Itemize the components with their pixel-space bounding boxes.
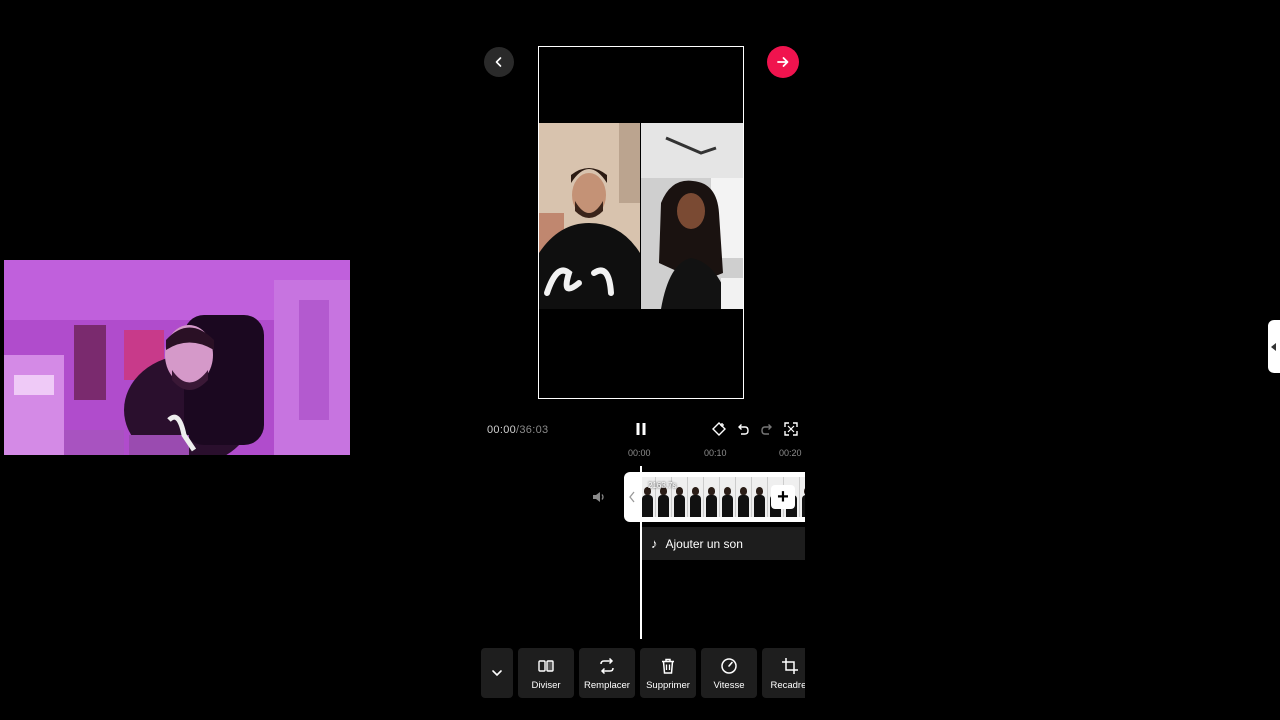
trim-handle-left[interactable] [624, 472, 640, 522]
total-time: /36:03 [516, 424, 549, 436]
speed-icon [721, 658, 737, 674]
split-button[interactable]: Diviser [518, 648, 574, 698]
arrow-right-icon [777, 57, 789, 67]
replace-icon [600, 657, 614, 675]
delete-button[interactable]: Supprimer [640, 648, 696, 698]
playhead[interactable] [640, 466, 642, 639]
redo-button[interactable] [759, 421, 775, 437]
ruler-tick: 00:00 [628, 448, 651, 458]
music-note-icon: ♪ [651, 536, 658, 551]
video-frame-right [641, 123, 743, 309]
edit-toolbar: Diviser Remplacer Supprimer Vitesse Reca… [481, 640, 805, 710]
add-clip-button[interactable]: + [771, 485, 795, 509]
pause-icon [636, 423, 646, 435]
webcam-overlay [4, 260, 350, 455]
video-frame-left [539, 123, 640, 309]
volume-icon [593, 492, 604, 502]
crop-icon [782, 658, 798, 674]
crop-button[interactable]: Recadrer [762, 648, 805, 698]
redo-icon [761, 424, 772, 435]
speed-button[interactable]: Vitesse [701, 648, 757, 698]
ruler-tick: 00:10 [704, 448, 727, 458]
add-sound-label: Ajouter un son [665, 536, 743, 551]
tool-label: Vitesse [713, 680, 745, 691]
side-panel-toggle[interactable] [1268, 320, 1280, 373]
keyframe-icon [712, 422, 726, 436]
keyframe-button[interactable] [711, 421, 727, 437]
fullscreen-button[interactable] [783, 421, 799, 437]
pause-button[interactable] [633, 421, 649, 437]
tool-label: Supprimer [646, 680, 690, 691]
trash-icon [662, 658, 674, 674]
tool-label: Remplacer [584, 680, 630, 691]
add-sound-button[interactable]: ♪ Ajouter un son [641, 527, 805, 560]
clip-duration: 2163.7s [648, 481, 677, 490]
mute-toggle[interactable] [591, 489, 607, 505]
chevron-left-icon [495, 57, 502, 67]
caret-left-icon [1271, 342, 1276, 351]
tool-label: Recadrer [770, 680, 805, 691]
tool-label: Diviser [531, 680, 561, 691]
undo-icon [738, 424, 749, 435]
back-button[interactable] [484, 47, 514, 77]
chevron-left-icon [629, 491, 635, 503]
undo-button[interactable] [735, 421, 751, 437]
replace-button[interactable]: Remplacer [579, 648, 635, 698]
plus-icon: + [777, 486, 789, 508]
ruler-tick: 00:20 [779, 448, 802, 458]
next-button[interactable] [767, 46, 799, 78]
current-time: 00:00 [487, 424, 517, 436]
split-icon [538, 660, 554, 672]
timecode: 00:00/36:03 [487, 424, 548, 436]
fullscreen-icon [784, 422, 798, 436]
